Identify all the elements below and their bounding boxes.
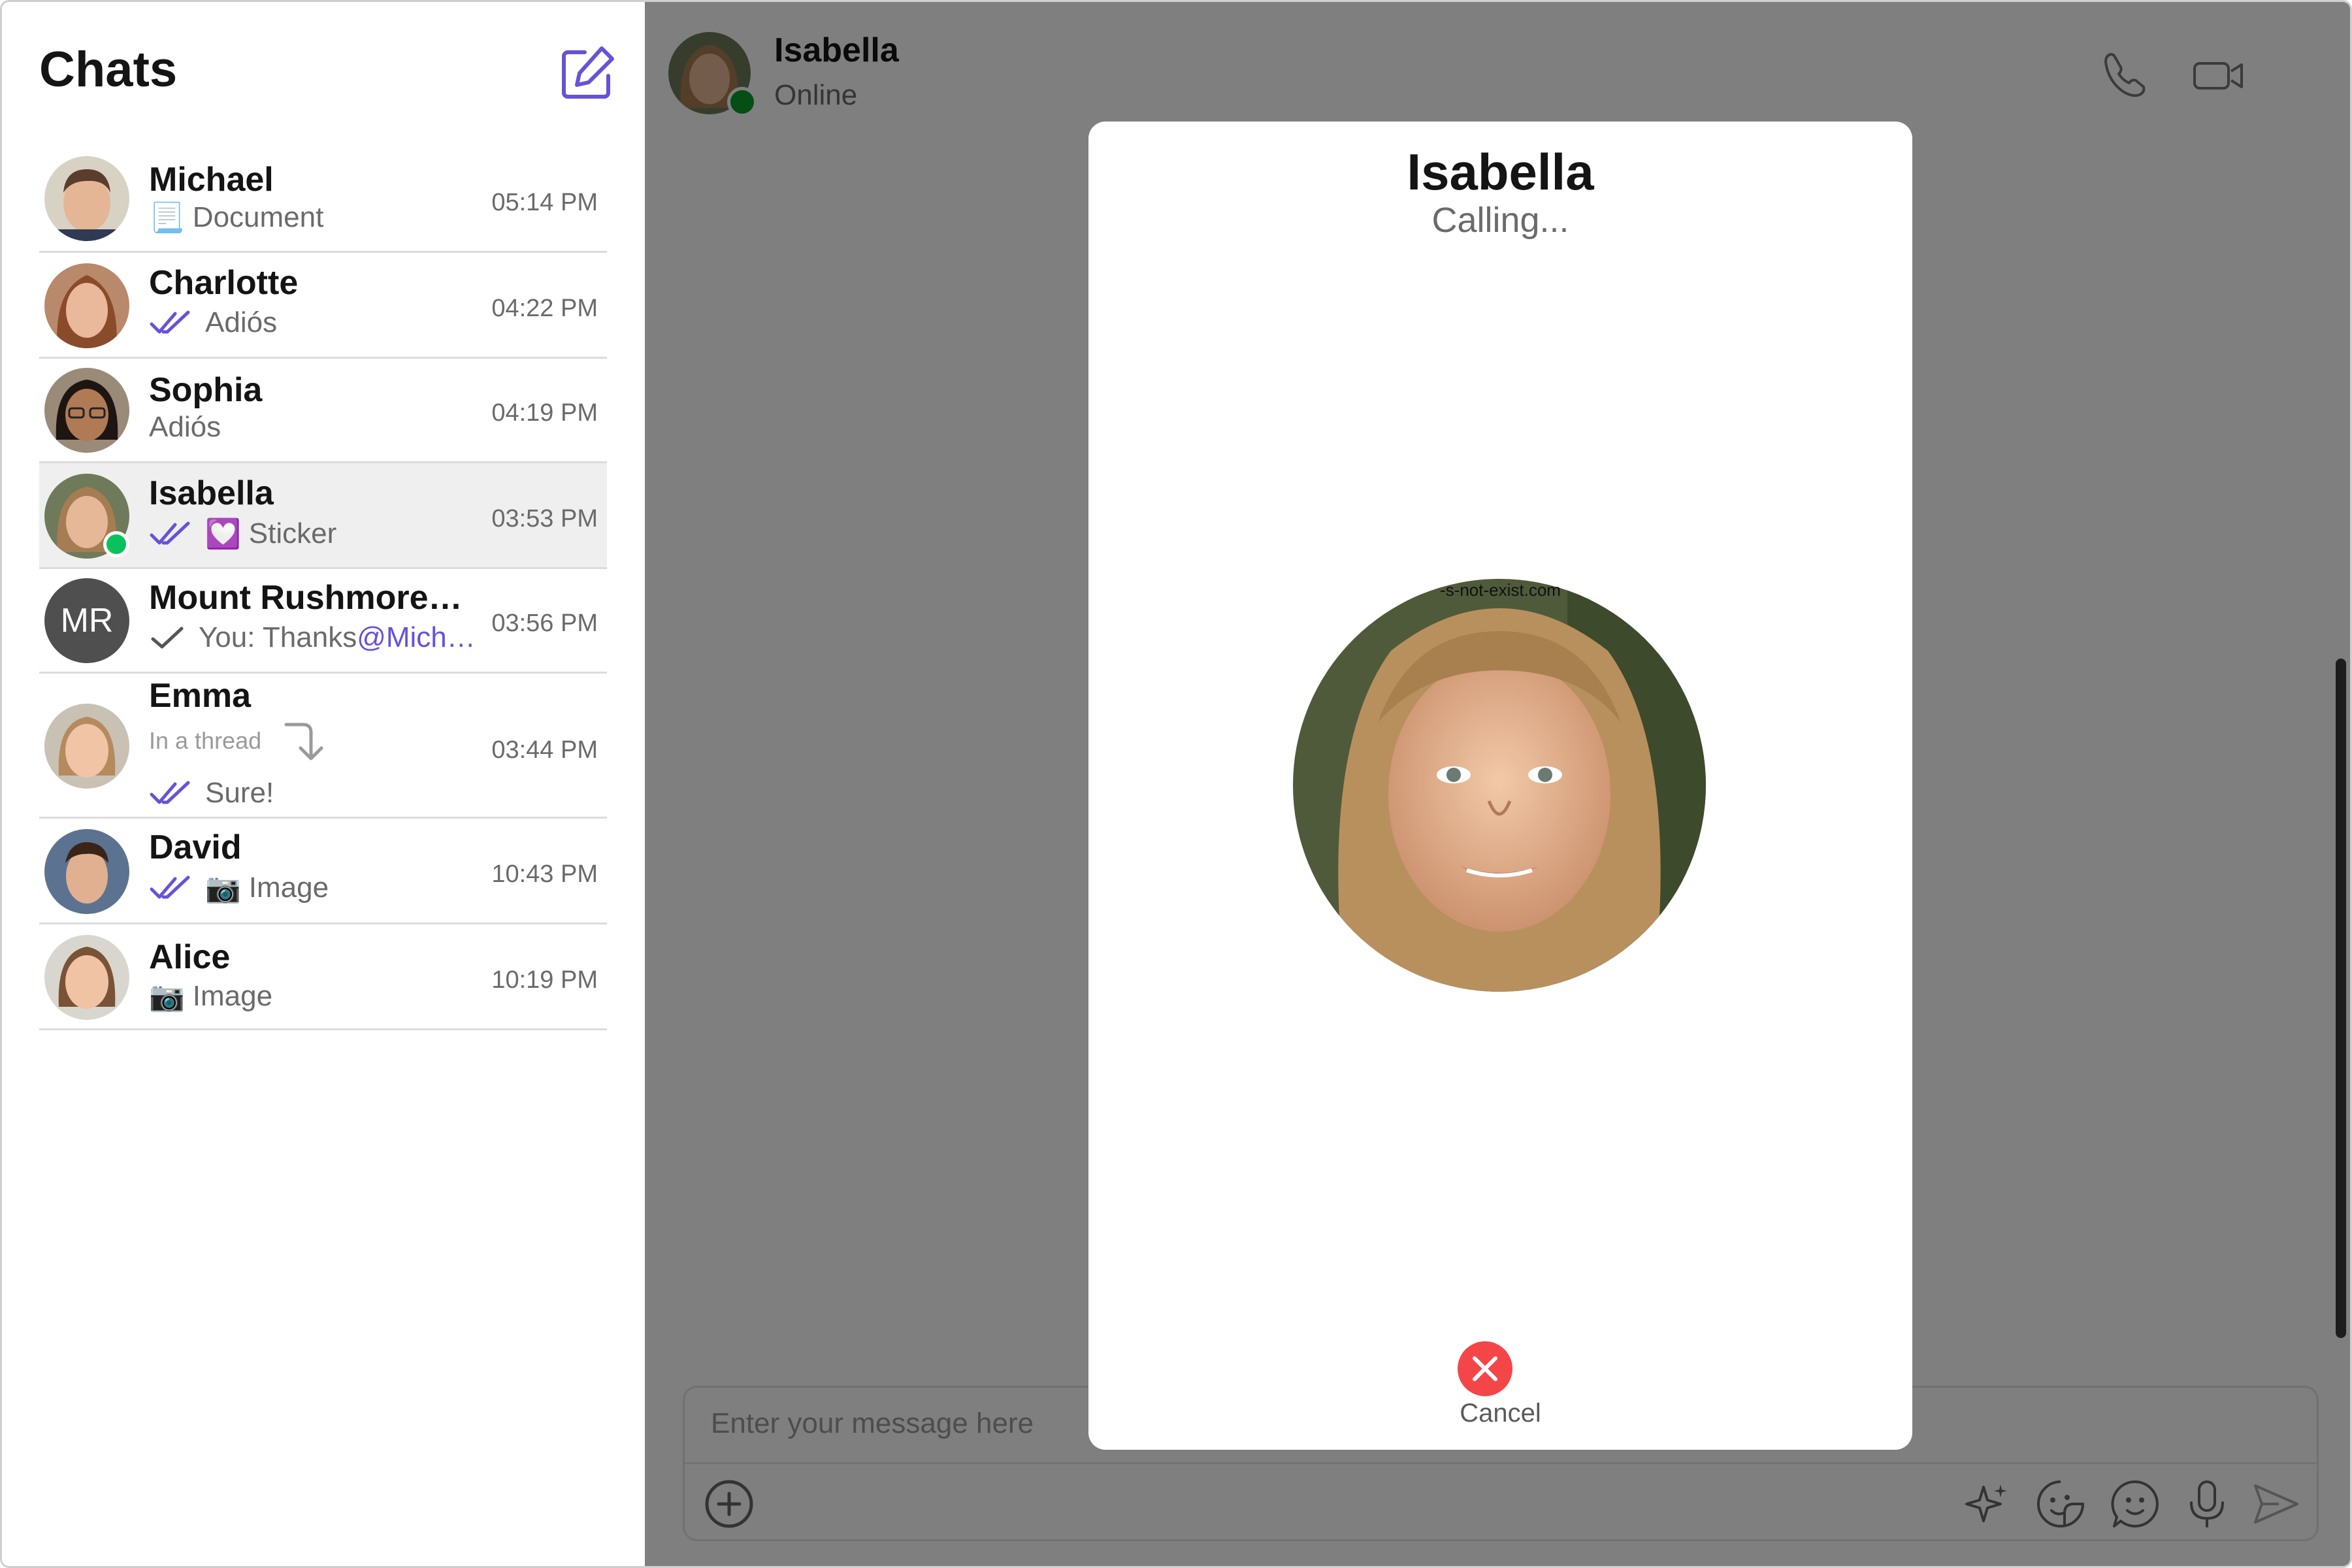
chat-sidebar: Chats Michael 📃 Document 05:14 PM Charlo… (2, 2, 645, 1566)
conversation-item-charlotte[interactable]: Charlotte Adiós 04:22 PM (39, 253, 607, 359)
double-check-icon (150, 875, 190, 899)
outgoing-call-modal: Isabella Calling... -s-not-exist.com Can… (1088, 122, 1912, 1450)
conversation-item-emma[interactable]: Emma In a thread Sure! 03:44 PM (39, 674, 607, 819)
preview-text: Sticker (248, 517, 337, 549)
thread-arrow-icon (284, 723, 323, 760)
conversation-name: Alice (149, 938, 231, 976)
conversation-item-alice[interactable]: Alice 📷 Image 10:19 PM (39, 924, 607, 1030)
double-check-icon (150, 781, 190, 804)
document-icon: 📃 (149, 202, 185, 234)
conversation-preview: 📃 Document (149, 201, 323, 235)
preview-text: Document (192, 201, 324, 233)
sidebar-title: Chats (39, 42, 178, 97)
avatar (44, 829, 129, 914)
camera-icon: 📷 (149, 981, 185, 1013)
conversation-item-michael[interactable]: Michael 📃 Document 05:14 PM (39, 151, 607, 253)
conversation-name: David (149, 828, 242, 866)
conversation-time: 10:19 PM (491, 966, 598, 994)
conversation-preview: Adiós (149, 411, 221, 444)
conversation-time: 04:22 PM (491, 295, 598, 322)
conversation-name: Charlotte (149, 264, 299, 302)
conversation-preview: You: Thanks @Mich… (149, 621, 476, 654)
camera-icon: 📷 (205, 872, 241, 904)
preview-text: Sure! (205, 777, 274, 809)
cancel-call-icon[interactable] (1456, 1340, 1514, 1397)
caller-photo (1293, 579, 1706, 992)
conversation-time: 05:14 PM (491, 189, 598, 216)
preview-text: You: Thanks (199, 621, 357, 653)
conversation-time: 03:44 PM (491, 736, 598, 764)
conversation-name: Sophia (149, 371, 263, 409)
conversation-item-mount-rushmore[interactable]: MR Mount Rushmore… You: Thanks @Mich… 03… (39, 569, 607, 674)
thread-indicator: In a thread (149, 718, 327, 764)
conversation-name: Isabella (149, 474, 274, 512)
conversation-preview: Sure! (149, 777, 274, 809)
caller-name: Isabella (1407, 143, 1594, 201)
conversation-preview: 💟 Sticker (149, 517, 336, 551)
preview-text: Adiós (205, 306, 278, 338)
double-check-icon (150, 521, 190, 545)
conversation-time: 04:19 PM (491, 399, 598, 427)
conversation-item-sophia[interactable]: Sophia Adiós 04:19 PM (39, 359, 607, 463)
avatar: MR (44, 578, 129, 663)
conversation-preview: Adiós (149, 306, 277, 339)
mention-link[interactable]: @Mich… (357, 621, 476, 654)
compose-icon[interactable] (559, 43, 617, 102)
preview-text: Image (248, 872, 329, 904)
conversation-time: 03:53 PM (491, 505, 598, 532)
avatar (44, 704, 129, 789)
photo-watermark: -s-not-exist.com (1440, 580, 1561, 600)
double-check-icon (150, 310, 190, 334)
conversation-name: Emma (149, 677, 252, 715)
conversation-item-isabella[interactable]: Isabella 💟 Sticker 03:53 PM (39, 463, 607, 569)
avatar (44, 156, 129, 241)
conversation-time: 03:56 PM (491, 610, 598, 637)
thread-label: In a thread (149, 727, 262, 754)
conversation-name: Michael (149, 161, 274, 199)
check-icon (151, 627, 184, 649)
preview-text: Image (192, 980, 273, 1012)
conversation-list: Michael 📃 Document 05:14 PM Charlotte Ad… (39, 151, 607, 1030)
conversation-item-david[interactable]: David 📷 Image 10:43 PM (39, 819, 607, 924)
preview-text: Adiós (149, 411, 221, 443)
conversation-time: 10:43 PM (491, 860, 598, 888)
conversation-preview: 📷 Image (149, 871, 329, 905)
avatar (44, 263, 129, 348)
sticker-icon: 💟 (205, 518, 241, 550)
call-status: Calling... (1431, 201, 1569, 240)
conversation-preview: 📷 Image (149, 979, 272, 1013)
conversation-name: Mount Rushmore… (149, 579, 463, 617)
avatar (44, 935, 129, 1020)
avatar (44, 368, 129, 453)
cancel-call-button[interactable]: Cancel (1088, 1399, 1912, 1428)
online-indicator (103, 531, 129, 557)
